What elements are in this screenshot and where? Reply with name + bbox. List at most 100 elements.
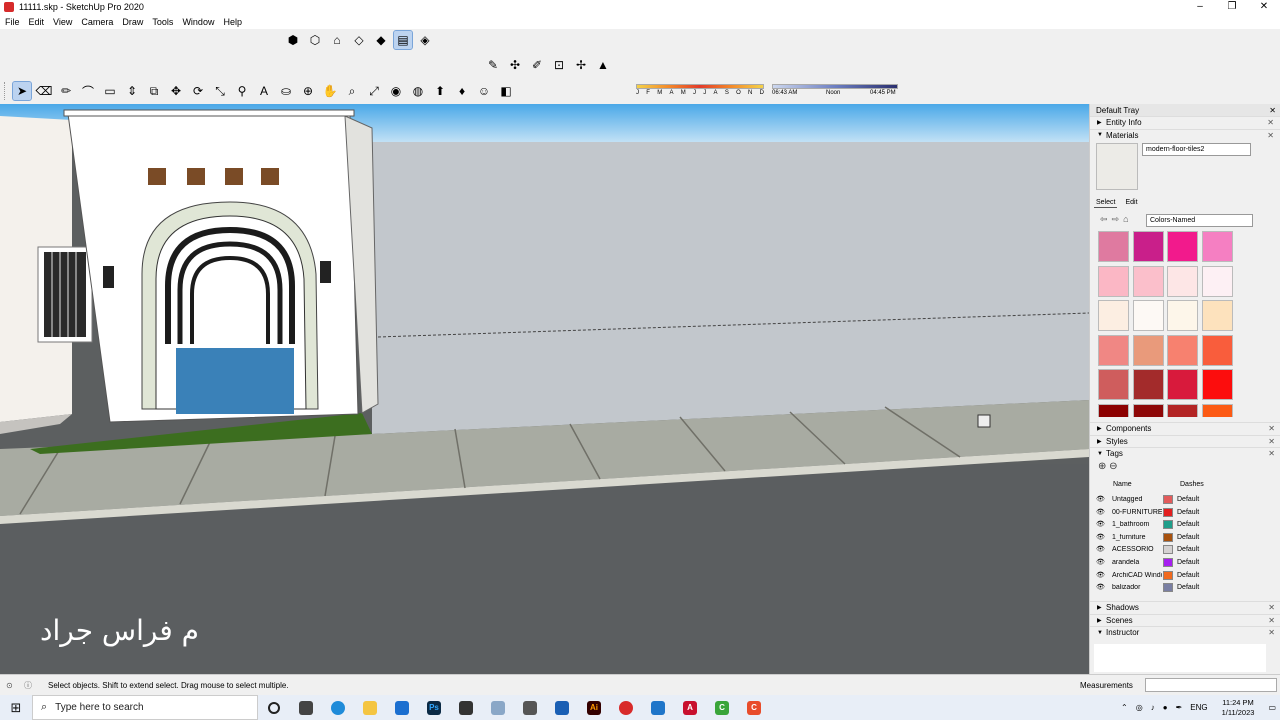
text-tool-icon[interactable]: A [255,82,273,100]
menu-help[interactable]: Help [218,17,246,27]
rotate-tool-icon[interactable]: ⟳ [189,82,207,100]
paint-bucket-icon[interactable]: ⛀ [277,82,295,100]
tag-row[interactable]: 👁 balizador Default [1094,582,1269,594]
remove-tag-icon[interactable]: ⊖ [1109,461,1117,472]
forward-icon[interactable]: ⇨ [1112,214,1124,224]
menu-view[interactable]: View [48,17,76,27]
section-instructor[interactable]: ▼ Instructor ✕ [1090,626,1280,639]
scale-tool-icon[interactable]: ⤡ [211,82,229,100]
autocad-icon[interactable]: A [674,695,706,720]
menu-edit[interactable]: Edit [24,17,49,27]
zoom-extents-icon[interactable]: ⤢ [365,82,383,100]
rectangle-tool-icon[interactable]: ▭ [101,82,119,100]
windows-start-icon[interactable]: ⊞ [0,695,32,720]
tag-color[interactable] [1163,570,1173,580]
minimize-button[interactable]: – [1184,0,1216,14]
sketchup-taskbar-icon[interactable] [610,695,642,720]
taskbar-search[interactable]: ⌕ Type here to search [32,695,258,720]
tag-dashes[interactable]: Default [1177,509,1199,516]
from-contours-icon[interactable]: ▲ [594,56,612,74]
menu-draw[interactable]: Draw [117,17,147,27]
visibility-eye-icon[interactable]: 👁 [1096,571,1105,579]
eraser-tool-icon[interactable]: ⌫ [35,82,53,100]
visibility-eye-icon[interactable]: 👁 [1096,520,1105,528]
tab-edit[interactable]: Edit [1123,198,1139,208]
tag-row[interactable]: 👁 00-FURNITURE Default [1094,507,1269,519]
offset-tool-icon[interactable]: ⧉ [145,82,163,100]
menu-tools[interactable]: Tools [147,17,177,27]
close-section-icon[interactable]: ✕ [1268,437,1275,446]
material-swatch[interactable] [1167,403,1198,417]
tag-row[interactable]: 👁 arandela Default [1094,557,1269,569]
zoom-tool-icon[interactable]: ⌕ [343,82,361,100]
close-section-icon[interactable]: ✕ [1268,424,1275,433]
material-swatch[interactable] [1201,334,1233,366]
material-swatch[interactable] [1167,231,1198,262]
orbit-tool-icon[interactable]: ⊕ [299,82,317,100]
material-swatch[interactable] [1167,300,1198,331]
visibility-eye-icon[interactable]: 👁 [1096,558,1105,566]
clock[interactable]: 11:24 PM 1/11/2023 [1222,698,1255,718]
edge-icon[interactable] [322,695,354,720]
tag-dashes[interactable]: Default [1177,496,1199,503]
material-swatch[interactable] [1098,334,1129,366]
section-tags[interactable]: ▼ Tags ✕ [1090,447,1280,460]
material-swatch[interactable] [1098,403,1129,417]
material-swatch[interactable] [1201,231,1233,262]
tag-color[interactable] [1163,558,1173,567]
section-styles[interactable]: ▶ Styles ✕ [1090,434,1280,448]
material-swatch[interactable] [1132,231,1164,262]
library-select[interactable]: Colors-Named [1146,214,1253,227]
line-tool-icon[interactable]: ✏ [57,82,75,100]
close-section-icon[interactable]: ✕ [1268,628,1275,637]
material-swatch[interactable] [1167,369,1198,400]
tape-measure-icon[interactable]: ⚲ [233,82,251,100]
material-swatch[interactable] [1132,265,1164,297]
info-icon[interactable]: ⓘ [24,680,32,691]
time-slider[interactable] [772,84,898,89]
material-swatch[interactable] [1201,265,1233,297]
menu-camera[interactable]: Camera [76,17,117,27]
geo-location-icon[interactable]: ⊙ [6,681,13,690]
tag-color[interactable] [1163,520,1173,530]
pan-tool-icon[interactable]: ✋ [321,82,339,100]
select-tool-icon[interactable]: ➤ [12,81,32,101]
network-icon[interactable]: ◎ [1136,703,1143,712]
material-swatch[interactable] [1098,300,1129,331]
file-explorer-icon[interactable] [354,695,386,720]
share-model-icon[interactable]: ⬆ [431,82,449,100]
material-swatch[interactable] [1098,369,1129,400]
monochrome-icon[interactable]: ◈ [416,31,434,49]
tag-row[interactable]: 👁 Untagged Default [1094,494,1269,506]
material-swatch[interactable] [1132,369,1164,400]
tag-dashes[interactable]: Default [1177,534,1199,541]
right-view-icon[interactable]: ◇ [350,31,368,49]
material-swatch[interactable] [1098,231,1129,262]
tag-dashes[interactable]: Default [1177,584,1199,591]
tag-color[interactable] [1163,583,1173,593]
drape-icon[interactable]: ✐ [528,56,546,74]
tray-close-icon[interactable]: ✕ [1269,106,1276,115]
layout-icon[interactable] [642,695,674,720]
model-viewport[interactable]: م فراس جراد [0,104,1089,674]
tag-row[interactable]: 👁 ACESSORIO Default [1094,544,1269,556]
menu-file[interactable]: File [0,17,24,27]
close-section-icon[interactable]: ✕ [1267,118,1274,127]
arc-tool-icon[interactable]: ⌒ [79,82,97,100]
material-name-field[interactable]: modern-floor-tiles2 [1142,143,1251,156]
material-swatch[interactable] [1201,369,1233,400]
material-swatch[interactable] [1167,334,1198,366]
visibility-eye-icon[interactable]: 👁 [1096,545,1105,553]
chevron-up-icon[interactable]: ⌃ [1121,703,1128,712]
tag-dashes[interactable]: Default [1177,521,1199,528]
tag-row[interactable]: 👁 ArchiCAD Windo Default [1094,570,1269,582]
photoshop-icon[interactable]: Ps [418,695,450,720]
close-section-icon[interactable]: ✕ [1267,131,1274,140]
tag-color[interactable] [1163,532,1173,542]
volume-icon[interactable]: ♪ [1151,703,1155,712]
tag-color[interactable] [1163,495,1173,504]
tag-row[interactable]: 👁 1_furniture Default [1094,532,1269,544]
move-tool-icon[interactable]: ✥ [167,82,185,100]
add-tag-icon[interactable]: ⊕ [1098,461,1106,472]
visibility-eye-icon[interactable]: 👁 [1096,508,1105,516]
